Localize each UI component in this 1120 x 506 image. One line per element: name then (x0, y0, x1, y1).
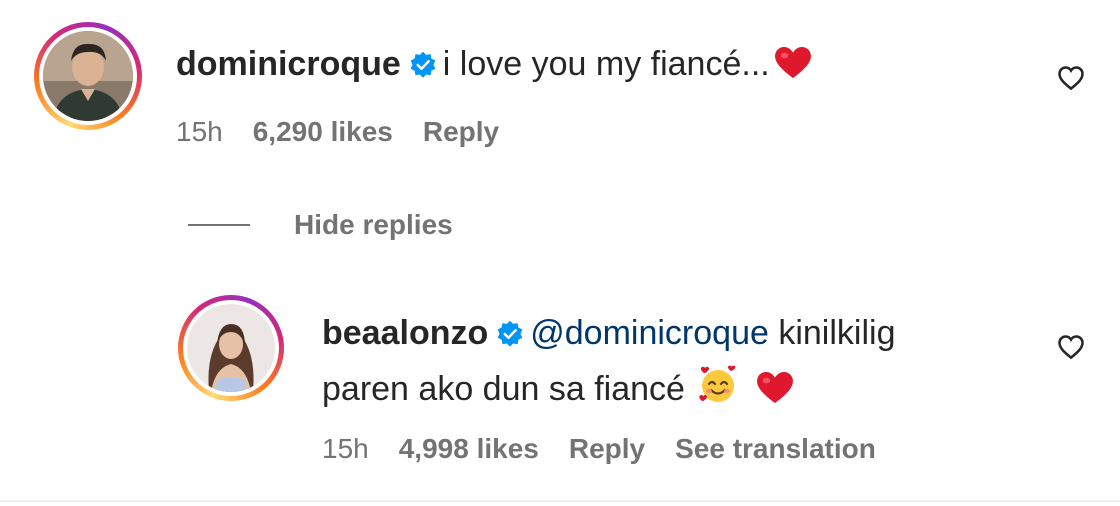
reply-button[interactable]: Reply (423, 116, 499, 147)
reply-body-line-2: paren ako dun sa fiancé (322, 365, 794, 409)
red-heart-icon (756, 371, 793, 404)
hide-replies-toggle[interactable]: Hide replies (188, 208, 453, 242)
mention-link[interactable]: @dominicroque (530, 314, 769, 352)
reply-body-line-1: beaalonzo @dominicroque kinilkilig (322, 313, 895, 353)
reply-text-line-2: paren ako dun sa fiancé (322, 370, 685, 408)
comment-timestamp: 15h (176, 116, 223, 147)
comment-likes-count[interactable]: 6,290 likes (253, 116, 393, 147)
smiling-face-with-hearts-icon (699, 365, 736, 402)
reply-likes-count[interactable]: 4,998 likes (399, 433, 539, 464)
like-comment-heart-icon[interactable] (1056, 63, 1086, 93)
see-translation-button[interactable]: See translation (675, 433, 876, 464)
red-heart-icon (774, 46, 811, 79)
comment-thread: dominicroque i love you my fiancé... 15h… (0, 0, 1120, 506)
verified-badge-icon (410, 51, 436, 78)
commenter-avatar[interactable] (34, 22, 142, 130)
reply-text-line-1: kinilkilig (778, 314, 896, 352)
comment-text: i love you my fiancé... (442, 45, 770, 83)
reply-meta: 15h 4,998 likes Reply See translation (322, 432, 906, 466)
replier-username[interactable]: beaalonzo (322, 314, 488, 352)
hide-replies-label: Hide replies (294, 209, 453, 240)
reply-timestamp: 15h (322, 433, 369, 464)
divider-line (188, 224, 250, 226)
replier-avatar[interactable] (178, 295, 284, 401)
verified-badge-icon (497, 320, 523, 347)
profile-photo-woman-icon (187, 304, 275, 392)
commenter-username[interactable]: dominicroque (176, 45, 401, 83)
profile-photo-man-icon (43, 31, 133, 121)
like-reply-heart-icon[interactable] (1056, 332, 1086, 362)
comment-body: dominicroque i love you my fiancé... (176, 44, 812, 84)
reply-reply-button[interactable]: Reply (569, 433, 645, 464)
bottom-divider (0, 500, 1120, 502)
comment-meta: 15h 6,290 likes Reply (176, 115, 529, 149)
